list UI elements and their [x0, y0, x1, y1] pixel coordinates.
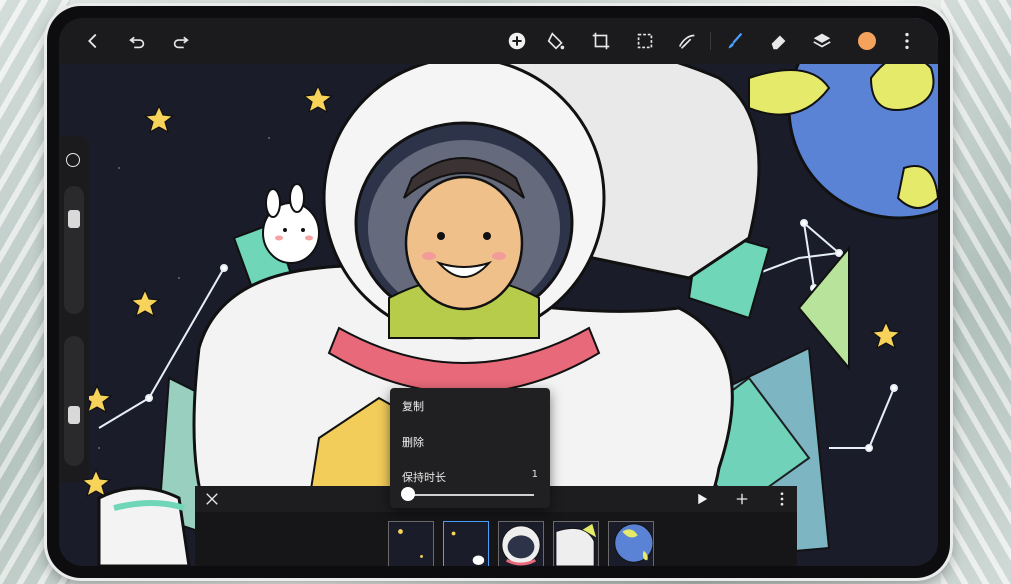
adjust-icon[interactable] — [540, 25, 572, 57]
astronaut-face — [388, 157, 540, 339]
redo-icon[interactable] — [165, 25, 197, 57]
opacity-slider[interactable] — [64, 336, 84, 466]
add-frame-icon[interactable] — [731, 488, 753, 510]
frame-thumbnail[interactable] — [608, 521, 654, 566]
delete-frame-option[interactable]: 删除 — [402, 434, 424, 450]
brush-size-thumb[interactable] — [68, 210, 80, 228]
eraser-icon[interactable] — [763, 25, 795, 57]
add-icon[interactable] — [501, 25, 533, 57]
more-icon[interactable] — [771, 488, 793, 510]
back-icon[interactable] — [77, 25, 109, 57]
brush-icon[interactable] — [719, 25, 751, 57]
frame-thumbnail[interactable] — [388, 521, 434, 566]
close-icon[interactable] — [201, 488, 223, 510]
frame-strip — [388, 521, 654, 566]
copy-frame-option[interactable]: 复制 — [402, 398, 424, 414]
hold-duration-value: 1 — [531, 469, 538, 480]
play-icon[interactable] — [691, 488, 713, 510]
circle-icon[interactable] — [66, 153, 80, 167]
lasso-icon[interactable] — [671, 25, 703, 57]
frame-thumbnail-selected[interactable] — [443, 521, 489, 566]
hold-duration-label: 保持时长 — [402, 471, 446, 484]
current-color-dot — [858, 32, 876, 50]
tablet-device: 复制 删除 保持时长 1 — [47, 6, 950, 578]
color-swatch[interactable] — [851, 25, 883, 57]
app-screen: 复制 删除 保持时长 1 — [59, 18, 938, 566]
hold-duration-knob[interactable] — [401, 487, 415, 501]
hold-duration-slider[interactable] — [408, 494, 534, 496]
frame-thumbnail[interactable] — [498, 521, 544, 566]
layers-icon[interactable] — [806, 25, 838, 57]
select-icon[interactable] — [629, 25, 661, 57]
more-icon[interactable] — [891, 25, 923, 57]
transform-icon[interactable] — [585, 25, 617, 57]
undo-icon[interactable] — [121, 25, 153, 57]
brush-size-slider[interactable] — [64, 186, 84, 314]
left-sidebar — [59, 136, 89, 482]
frame-context-menu: 复制 删除 保持时长 1 — [390, 388, 550, 508]
frame-thumbnail[interactable] — [553, 521, 599, 566]
toolbar-divider — [710, 32, 711, 50]
opacity-thumb[interactable] — [68, 406, 80, 424]
top-toolbar — [59, 18, 938, 64]
